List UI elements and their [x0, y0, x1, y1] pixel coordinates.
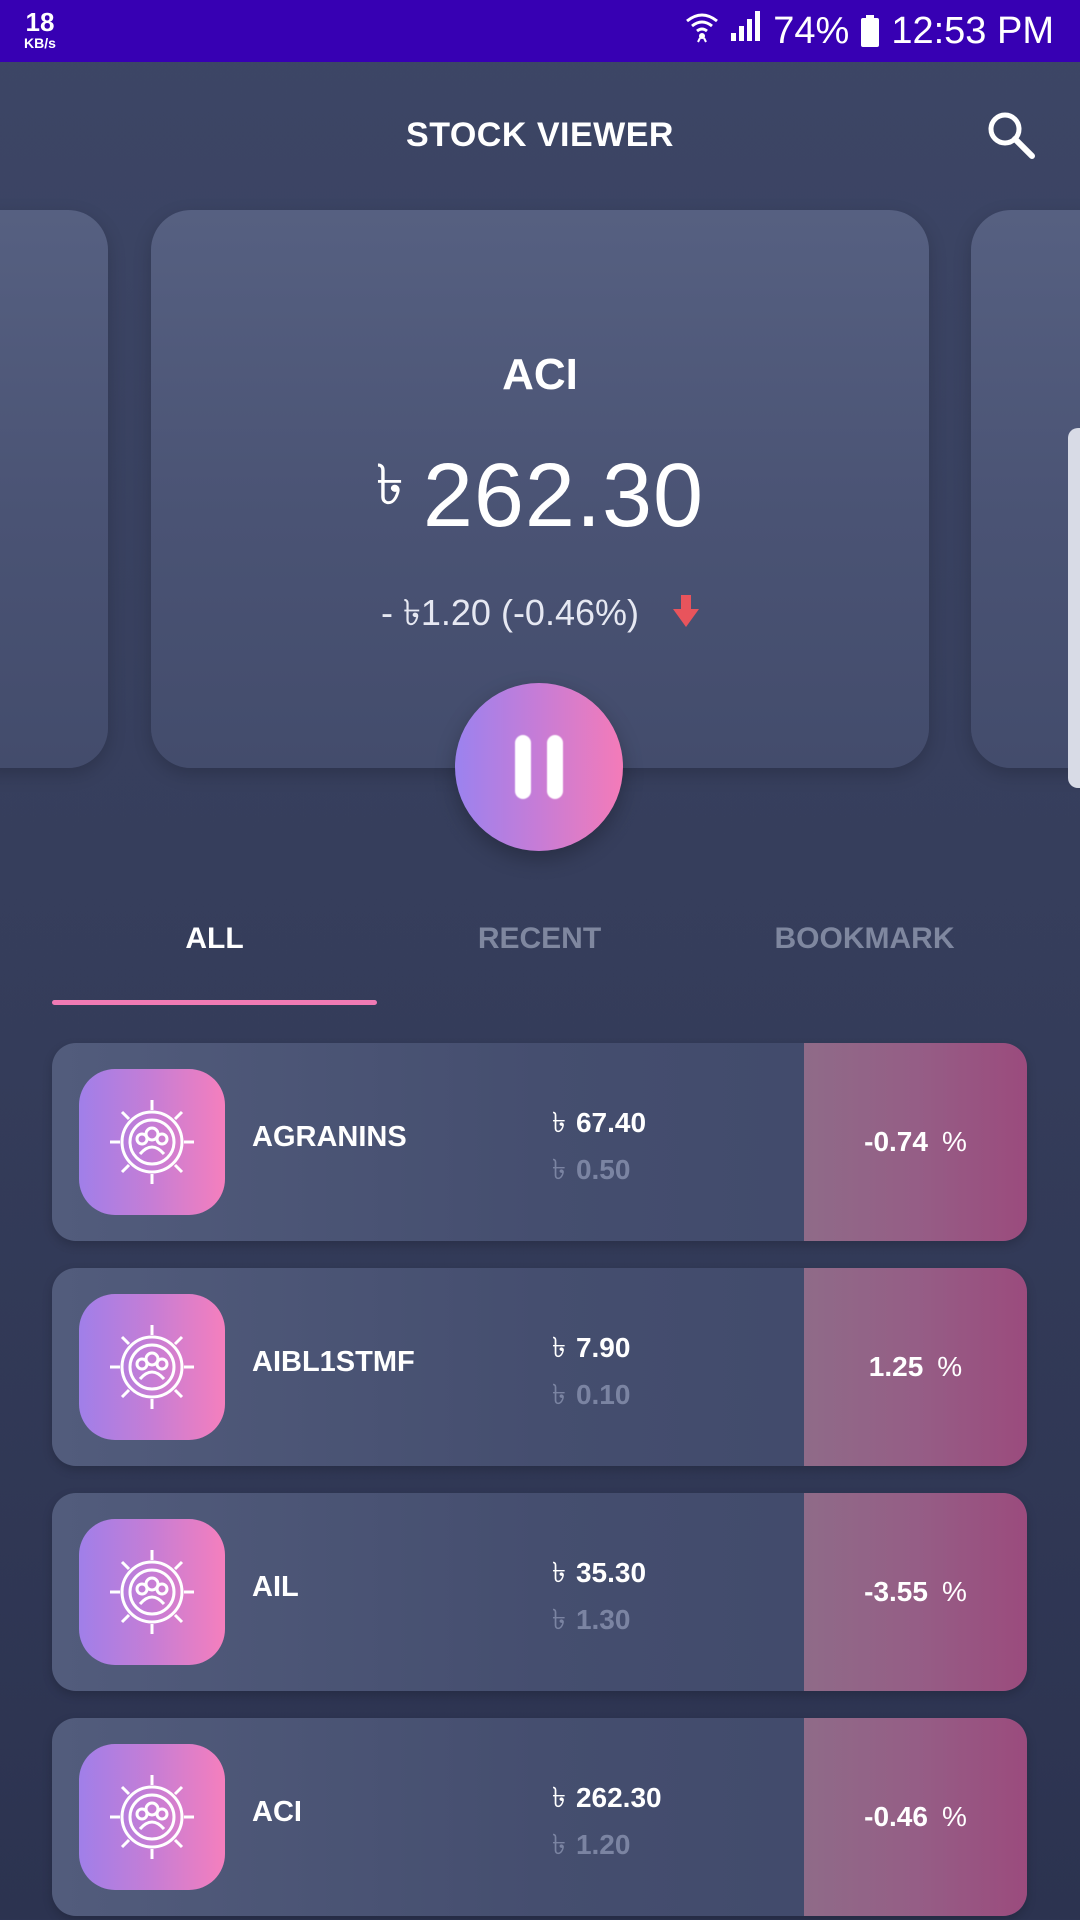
- company-gear-icon: [79, 1294, 225, 1440]
- stock-percent-badge: -0.74%: [804, 1043, 1027, 1241]
- tab-bookmark[interactable]: BOOKMARK: [702, 922, 1027, 956]
- active-tab-indicator: [52, 1000, 377, 1005]
- status-bar: 18 KB/s 74% 12:53 PM: [0, 0, 1080, 62]
- tab-all[interactable]: ALL: [52, 922, 377, 956]
- app-header: STOCK VIEWER: [0, 62, 1080, 210]
- status-icons: 74% 12:53 PM: [685, 0, 1054, 62]
- company-gear-icon: [79, 1744, 225, 1890]
- stock-row[interactable]: AGRANINS ৳ 67.40 ৳ 0.50 -0.74%: [52, 1043, 1027, 1241]
- tab-bar: ALL RECENT BOOKMARK: [52, 900, 1028, 1010]
- search-icon: [988, 112, 1035, 159]
- stock-change: ৳ 1.30: [552, 1604, 631, 1635]
- stock-price: ৳ 67.40: [552, 1107, 647, 1138]
- stock-row[interactable]: AIBL1STMF ৳ 7.90 ৳ 0.10 1.25%: [52, 1268, 1027, 1466]
- arrow-down-icon: [673, 594, 700, 636]
- currency-symbol: ৳: [375, 453, 405, 516]
- edge-scroll-handle[interactable]: [1068, 428, 1080, 788]
- signal-icon: [729, 9, 763, 53]
- stock-symbol: AIBL1STMF: [252, 1346, 415, 1378]
- stock-percent-badge: -3.55%: [804, 1493, 1027, 1691]
- featured-price-value: 262.30: [422, 446, 705, 546]
- pause-button[interactable]: [455, 683, 623, 851]
- network-speed: 18 KB/s: [20, 9, 60, 50]
- carousel-card-next[interactable]: [971, 210, 1080, 768]
- search-button[interactable]: [982, 106, 1042, 166]
- stock-change: ৳ 0.50: [552, 1154, 631, 1185]
- carousel-card-previous[interactable]: [0, 210, 108, 768]
- company-gear-icon: [79, 1519, 225, 1665]
- stock-price: ৳ 35.30: [552, 1557, 647, 1588]
- stock-symbol: AIL: [252, 1571, 299, 1603]
- battery-percent: 74%: [773, 9, 850, 52]
- company-gear-icon: [79, 1069, 225, 1215]
- wifi-icon: [685, 9, 719, 53]
- stock-row[interactable]: AIL ৳ 35.30 ৳ 1.30 -3.55%: [52, 1493, 1027, 1691]
- stock-change: ৳ 0.10: [552, 1379, 631, 1410]
- stock-row[interactable]: ACI ৳ 262.30 ৳ 1.20 -0.46%: [52, 1718, 1027, 1916]
- stock-symbol: ACI: [252, 1796, 302, 1828]
- stock-change: ৳ 1.20: [552, 1829, 631, 1860]
- network-speed-value: 18: [25, 7, 55, 37]
- tab-recent[interactable]: RECENT: [377, 922, 702, 956]
- featured-change-text: - ৳1.20 (-0.46%): [380, 592, 639, 633]
- featured-change: - ৳1.20 (-0.46%): [151, 586, 929, 646]
- stock-price: ৳ 262.30: [552, 1782, 662, 1813]
- stock-price: ৳ 7.90: [552, 1332, 631, 1363]
- featured-symbol: ACI: [502, 350, 578, 399]
- network-speed-unit: KB/s: [24, 35, 56, 51]
- page-title: STOCK VIEWER: [406, 116, 674, 154]
- battery-icon: [861, 15, 880, 47]
- clock: 12:53 PM: [891, 9, 1054, 52]
- stock-percent-badge: -0.46%: [804, 1718, 1027, 1916]
- featured-price: ৳ 262.30: [151, 442, 929, 548]
- stock-percent-badge: 1.25%: [804, 1268, 1027, 1466]
- stock-symbol: AGRANINS: [252, 1121, 407, 1153]
